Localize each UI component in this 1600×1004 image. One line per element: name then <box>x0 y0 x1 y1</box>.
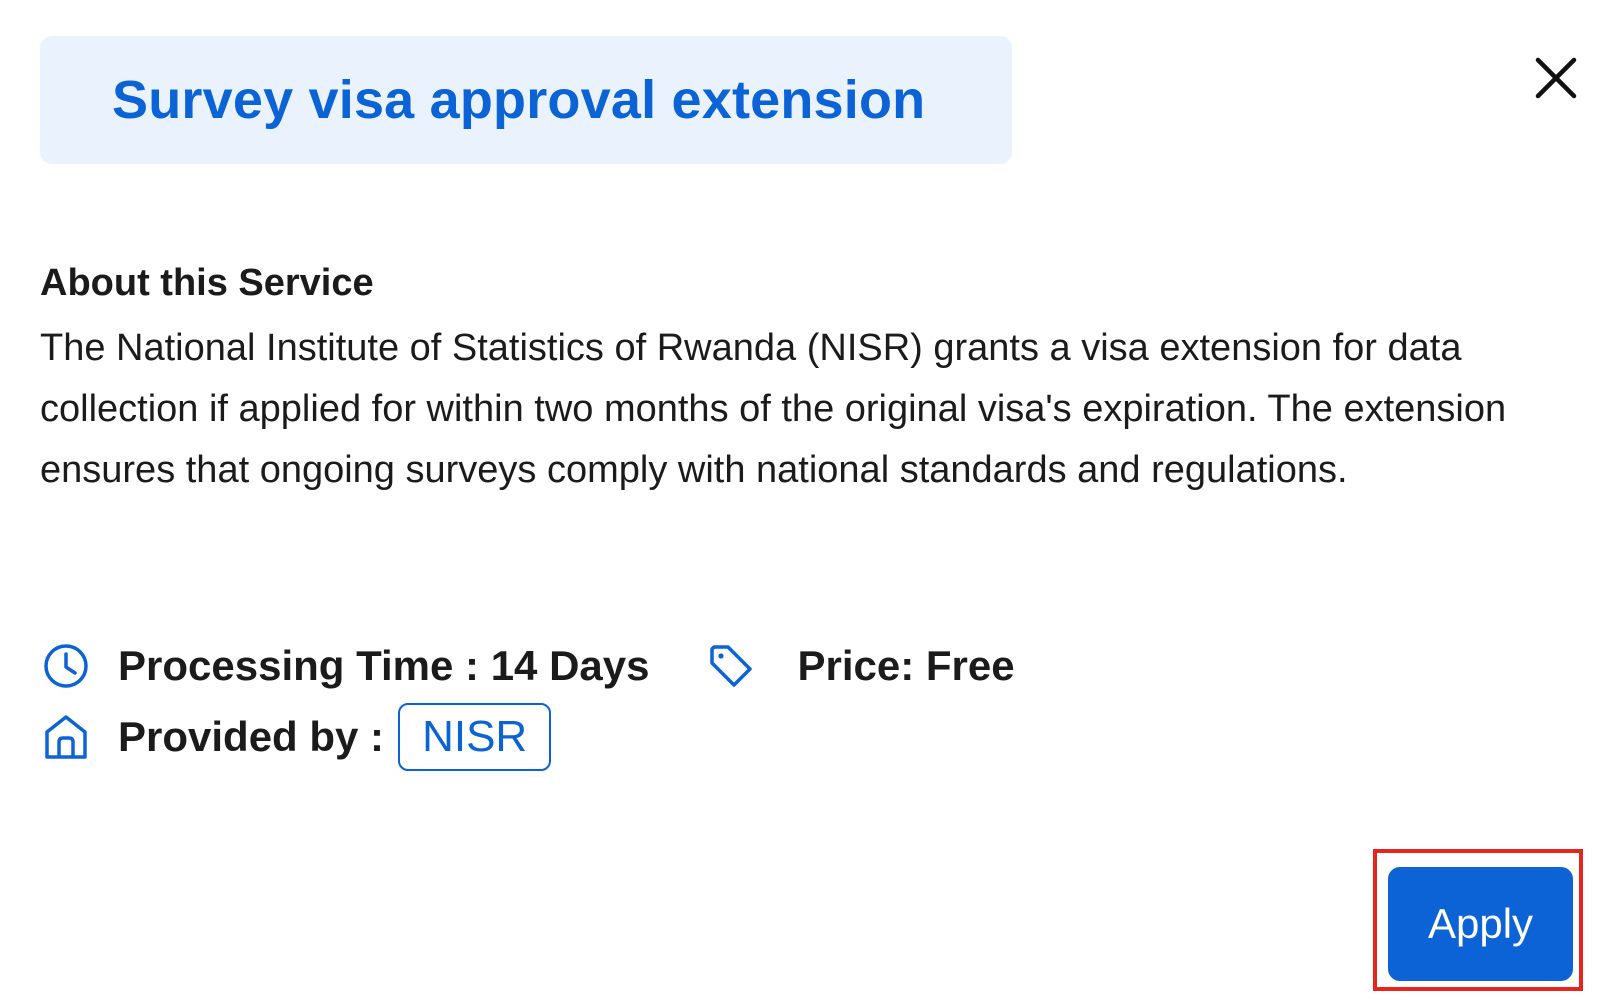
clock-icon <box>40 640 92 692</box>
tag-icon <box>705 640 757 692</box>
close-icon <box>1535 57 1577 99</box>
title-banner: Survey visa approval extension <box>40 36 1012 164</box>
processing-time-label: Processing Time : 14 Days <box>118 642 650 689</box>
details-row-provider: Provided by : NISR <box>40 700 552 774</box>
service-dialog: Survey visa approval extension About thi… <box>0 0 1600 1004</box>
apply-button[interactable]: Apply <box>1388 867 1573 981</box>
home-icon <box>40 711 92 763</box>
provider-badge[interactable]: NISR <box>398 703 552 771</box>
about-description: The National Institute of Statistics of … <box>40 327 1507 491</box>
price-label: Price: Free <box>797 642 1015 689</box>
close-button[interactable] <box>1528 50 1584 106</box>
provided-by-label: Provided by : <box>118 713 385 760</box>
about-heading: About this Service <box>40 262 374 304</box>
dialog-title: Survey visa approval extension <box>112 70 926 130</box>
details-row-time-price: Processing Time : 14 Days Price: Free <box>40 636 1015 696</box>
